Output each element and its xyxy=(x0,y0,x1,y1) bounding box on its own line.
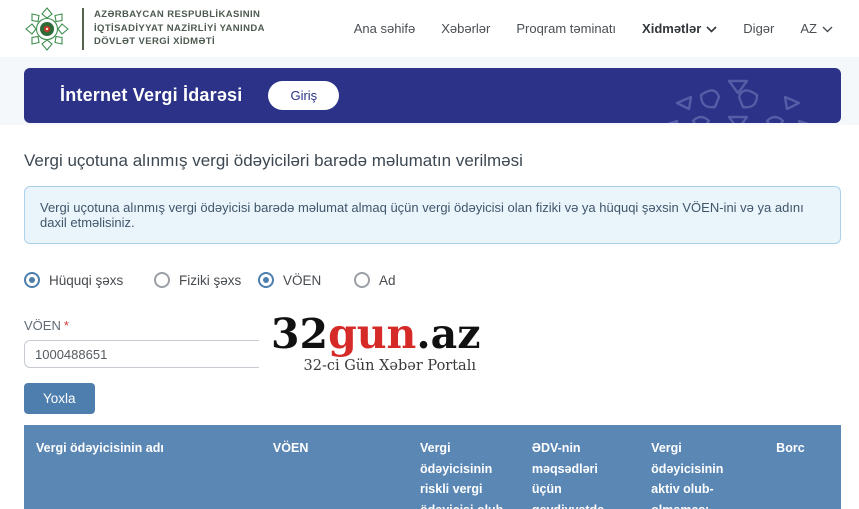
nav-services[interactable]: Xidmətlər xyxy=(642,21,717,36)
brand: AZƏRBAYCAN RESPUBLİKASININ İQTİSADİYYAT … xyxy=(22,4,265,54)
search-type-radios: Hüquqi şəxs Fiziki şəxs VÖEN Ad xyxy=(24,272,841,288)
voen-label-text: VÖEN xyxy=(24,318,61,333)
hero-strip: İnternet Vergi İdarəsi Giriş xyxy=(0,57,859,125)
watermark-logo: 32gun.az xyxy=(271,310,481,358)
voen-input[interactable] xyxy=(24,340,270,368)
chevron-down-icon xyxy=(822,26,833,33)
news-portal-watermark: 32gun.az 32-ci Gün Xəbər Portalı xyxy=(259,306,493,379)
col-active-status: Vergi ödəyicisinin aktiv olub-olmaması xyxy=(639,425,765,509)
col-taxpayer-name: Vergi ödəyicisinin adı xyxy=(24,425,261,509)
radio-name-circle[interactable] xyxy=(354,272,370,288)
nav-other[interactable]: Digər xyxy=(743,21,774,36)
nav-home-label: Ana səhifə xyxy=(353,21,416,36)
nav-news[interactable]: Xəbərlər xyxy=(441,21,490,36)
taxpayer-result-table: Vergi ödəyicisinin adı VÖEN Vergi ödəyic… xyxy=(24,425,841,509)
radio-legal-entity[interactable]: Hüquqi şəxs xyxy=(24,272,154,288)
org-name: AZƏRBAYCAN RESPUBLİKASININ İQTİSADİYYAT … xyxy=(94,8,265,49)
brand-divider xyxy=(82,7,84,50)
nav-news-label: Xəbərlər xyxy=(441,21,491,36)
chevron-down-icon xyxy=(706,26,717,33)
col-risky-status: Vergi ödəyicisinin riskli vergi ödəyicis… xyxy=(407,425,520,509)
nav-home[interactable]: Ana səhifə xyxy=(354,21,415,36)
radio-name-label: Ad xyxy=(379,272,396,288)
radio-physical-person[interactable]: Fiziki şəxs xyxy=(154,272,258,288)
radio-physical-person-label: Fiziki şəxs xyxy=(179,272,242,288)
radio-legal-entity-label: Hüquqi şəxs xyxy=(49,272,124,288)
check-button[interactable]: Yoxla xyxy=(24,383,95,414)
internet-tax-office-bar: İnternet Vergi İdarəsi Giriş xyxy=(24,68,841,123)
main-nav: Ana səhifə Xəbərlər Proqram təminatı Xid… xyxy=(354,21,833,36)
org-name-line2: İQTİSADİYYAT NAZİRLİYİ YANINDA xyxy=(94,22,265,34)
login-button[interactable]: Giriş xyxy=(268,81,340,110)
radio-voen[interactable]: VÖEN xyxy=(258,272,354,288)
required-asterisk: * xyxy=(63,318,69,333)
nav-software-label: Proqram təminatı xyxy=(516,21,617,36)
org-name-line1: AZƏRBAYCAN RESPUBLİKASININ xyxy=(94,8,261,20)
radio-legal-entity-circle[interactable] xyxy=(24,272,40,288)
radio-voen-circle[interactable] xyxy=(258,272,274,288)
main-content: Vergi uçotuna alınmış vergi ödəyiciləri … xyxy=(0,151,859,509)
page-title: Vergi uçotuna alınmış vergi ödəyiciləri … xyxy=(24,151,523,170)
radio-physical-person-circle[interactable] xyxy=(154,272,170,288)
info-box: Vergi uçotuna alınmış vergi ödəyicisi ba… xyxy=(24,186,841,244)
nav-software[interactable]: Proqram təminatı xyxy=(516,21,616,36)
state-tax-service-emblem-icon xyxy=(25,6,69,51)
watermark-subtitle: 32-ci Gün Xəbər Portalı xyxy=(303,358,476,375)
watermark-gun: gun xyxy=(328,310,417,358)
watermark-32: 32 xyxy=(271,310,329,358)
org-name-line3: DÖVLƏT VERGİ XİDMƏTİ xyxy=(94,36,216,48)
internet-tax-office-title: İnternet Vergi İdarəsi xyxy=(60,85,243,105)
col-debt: Borc xyxy=(764,425,841,509)
nav-services-label: Xidmətlər xyxy=(642,21,702,36)
radio-voen-label: VÖEN xyxy=(283,272,322,288)
nav-other-label: Digər xyxy=(743,21,775,36)
col-vat-registration: ƏDV-nin məqsədləri üçün qeydiyyatda olub… xyxy=(519,425,640,509)
nav-language-label: AZ xyxy=(800,21,817,36)
radio-name[interactable]: Ad xyxy=(354,272,396,288)
buta-ornament-icon xyxy=(667,79,809,123)
table-header-row: Vergi ödəyicisinin adı VÖEN Vergi ödəyic… xyxy=(24,425,841,509)
nav-language[interactable]: AZ xyxy=(800,21,833,36)
watermark-az: .az xyxy=(416,310,481,358)
top-header: AZƏRBAYCAN RESPUBLİKASININ İQTİSADİYYAT … xyxy=(0,0,859,57)
col-voen: VÖEN xyxy=(260,425,408,509)
